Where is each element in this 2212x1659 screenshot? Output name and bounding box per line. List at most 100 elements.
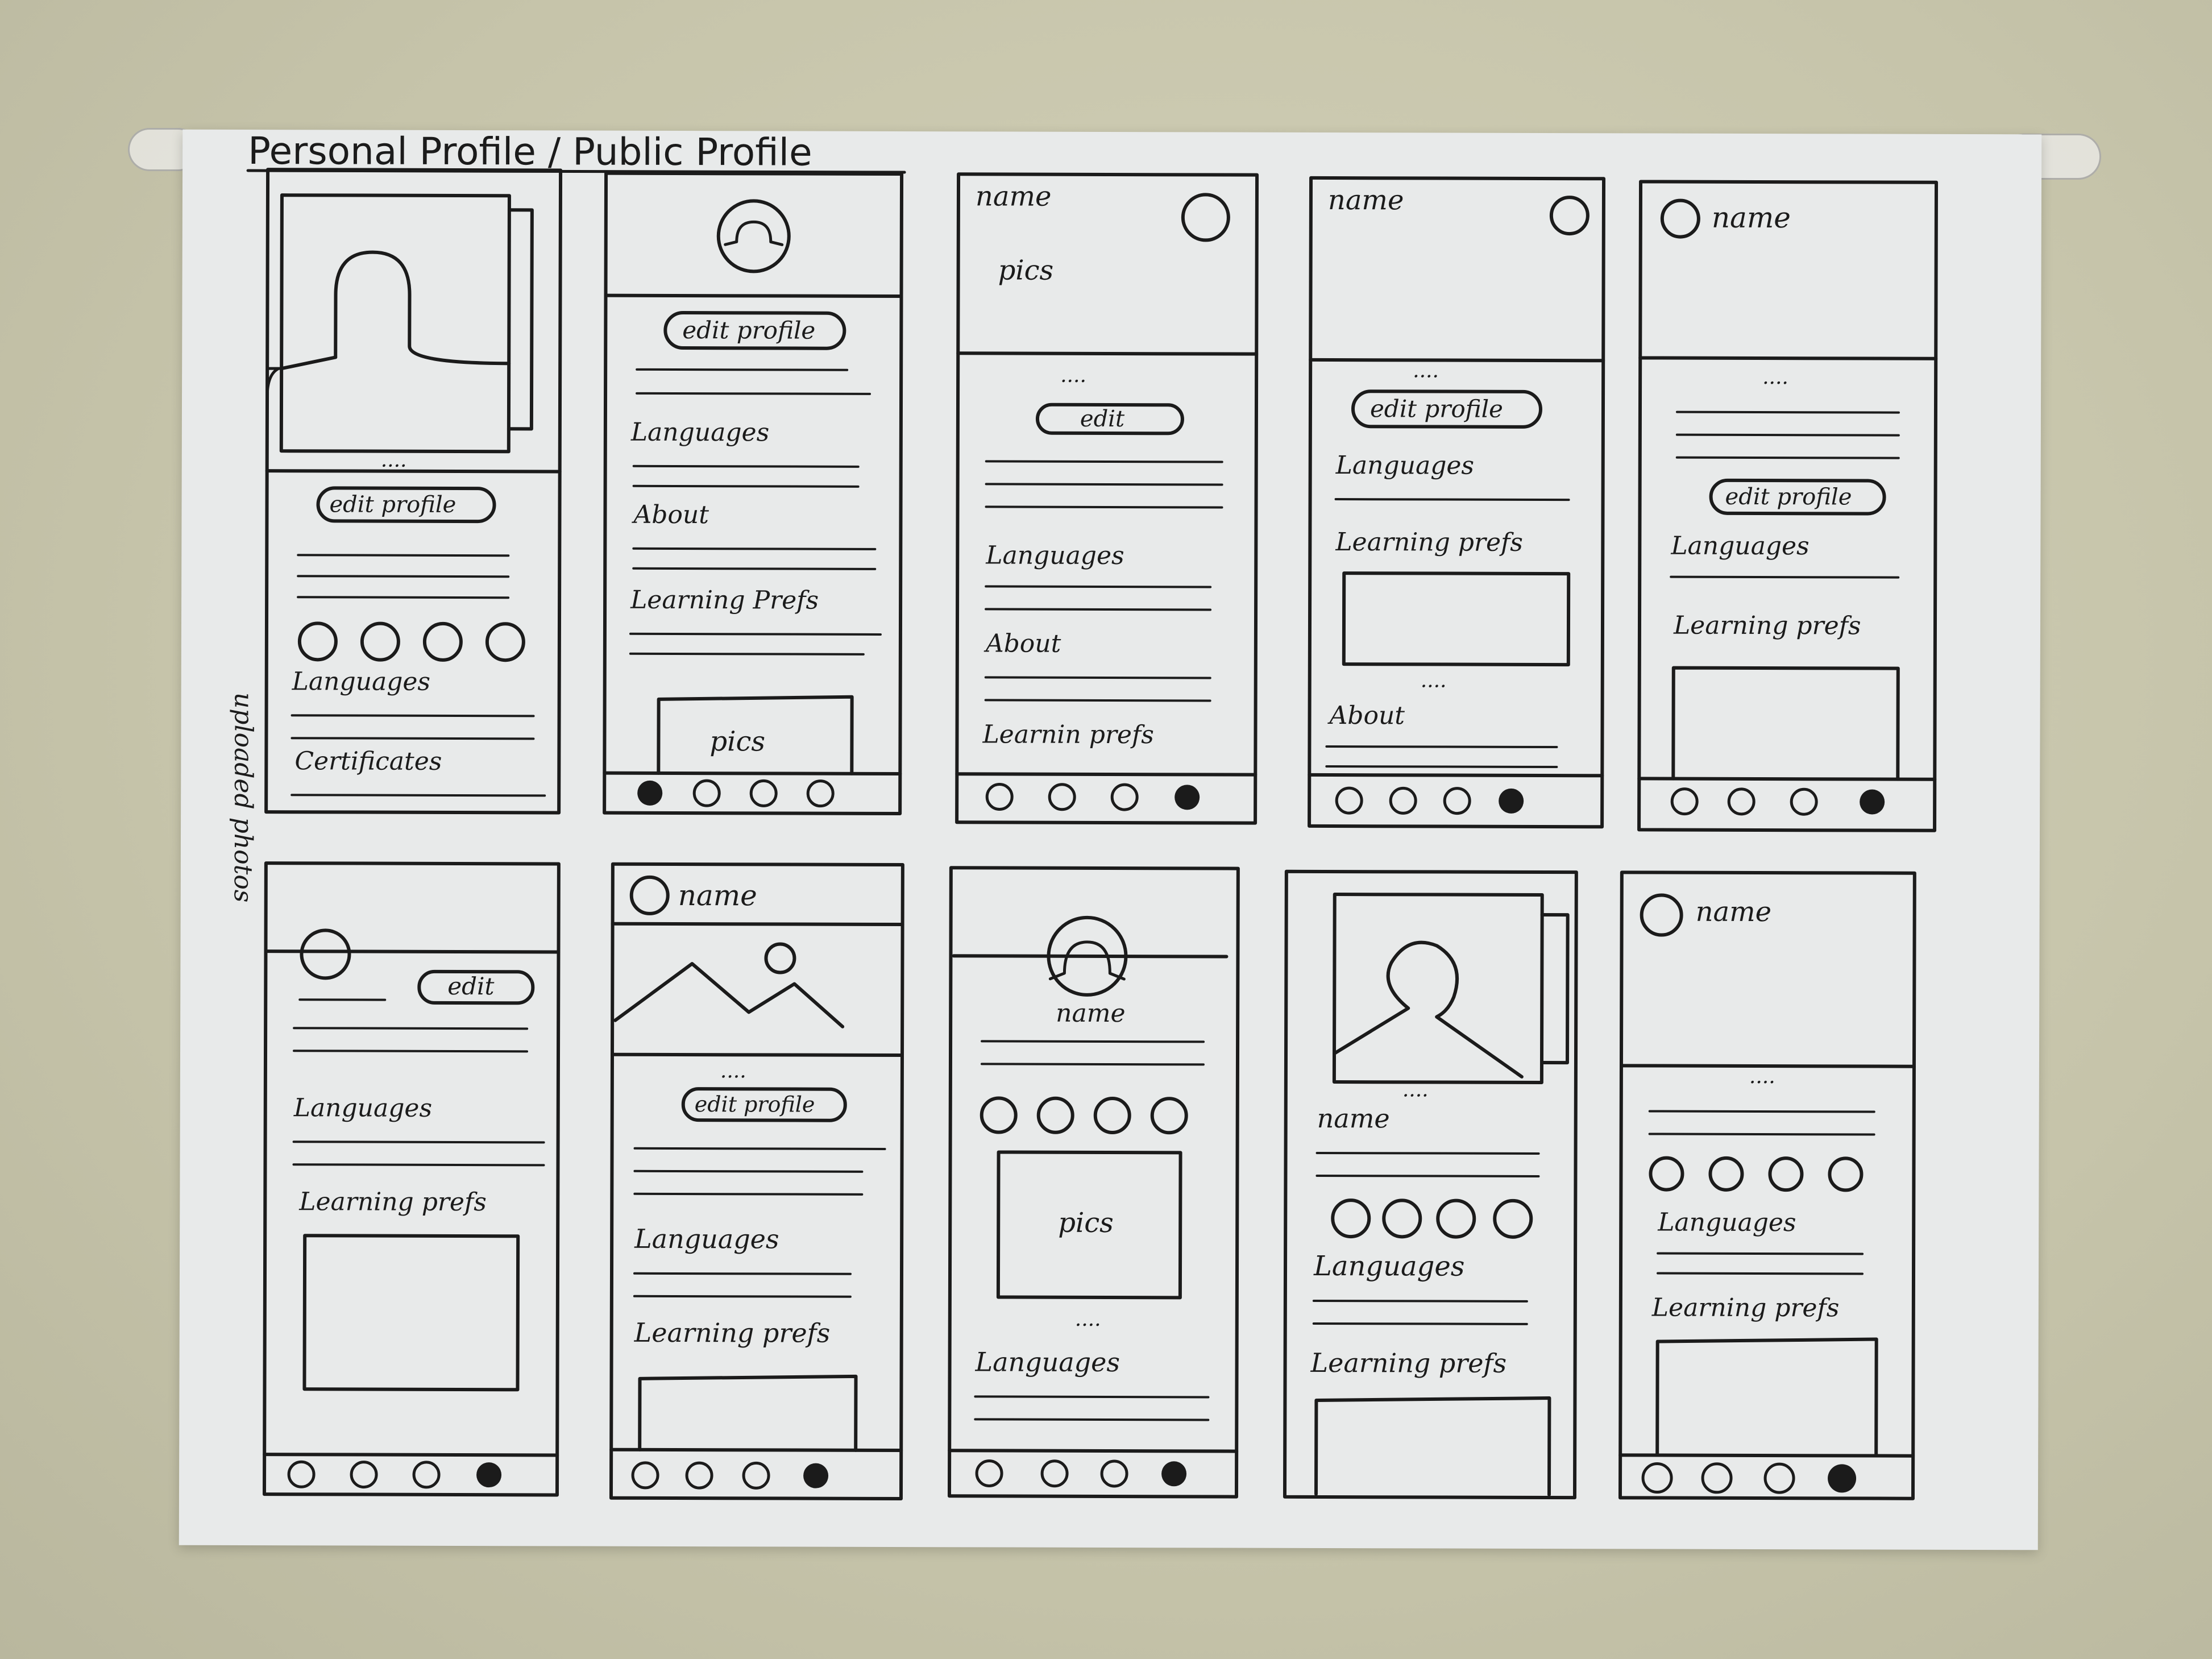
languages-label: Languages	[975, 1346, 1120, 1378]
pics-label: pics	[709, 725, 765, 757]
svg-text:....: ....	[381, 449, 407, 472]
wireframe-7: name .... edit profile Languages Learnin…	[609, 862, 904, 1501]
nav-dot-icon[interactable]	[985, 782, 1014, 811]
nav-dot-icon[interactable]	[1100, 1459, 1128, 1488]
filled-nav-dot-icon[interactable]	[1499, 788, 1524, 814]
about-label: About	[631, 500, 709, 529]
name-label: name	[1696, 896, 1772, 928]
filled-nav-dot-icon[interactable]	[476, 1462, 502, 1488]
svg-text:....: ....	[720, 1059, 746, 1083]
learning-prefs-label: Learning prefs	[298, 1187, 487, 1217]
svg-text:....: ....	[1060, 364, 1086, 387]
profile-avatar-icon	[629, 875, 670, 915]
nav-dot-icon[interactable]	[631, 1461, 659, 1490]
name-label: name	[1317, 1103, 1390, 1134]
name-label: name	[1056, 999, 1125, 1028]
wireframe-sketches: Personal Profile / Public Profile upload…	[229, 130, 1939, 1501]
pics-label: pics	[1058, 1207, 1114, 1239]
profile-avatar-icon	[1660, 198, 1700, 239]
nav-dot-icon[interactable]	[1443, 787, 1471, 815]
wireframe-8: name pics .... Languages	[947, 866, 1240, 1499]
nav-dot-icon[interactable]	[1763, 1462, 1795, 1494]
languages-label: Languages	[1313, 1250, 1465, 1283]
nav-dot-icon[interactable]	[1670, 787, 1699, 816]
profile-avatar-icon	[1333, 940, 1524, 1079]
svg-text:....: ....	[1413, 359, 1439, 382]
learning-prefs-label: Learnin prefs	[982, 720, 1154, 749]
filled-nav-dot-icon[interactable]	[1161, 1461, 1187, 1487]
certificates-label: Certificates	[294, 746, 442, 776]
profile-avatar-icon	[300, 928, 351, 980]
profile-avatar-icon	[1181, 193, 1230, 242]
svg-text:....: ....	[1762, 366, 1788, 389]
edit-profile-label: edit profile	[1725, 484, 1852, 511]
wireframe-10: name .... Languages Learning prefs	[1618, 870, 1916, 1500]
languages-label: Languages	[630, 418, 769, 447]
wireframe-3: name pics .... edit Languages About Lear…	[955, 172, 1259, 825]
nav-dot-icon[interactable]	[1641, 1462, 1673, 1494]
svg-text:....: ....	[1421, 669, 1447, 692]
learning-prefs-label: Learning prefs	[1651, 1293, 1840, 1322]
filled-nav-dot-icon[interactable]	[637, 780, 663, 806]
learning-prefs-label: Learning Prefs	[630, 586, 819, 615]
name-label: name	[1712, 201, 1791, 234]
languages-label: Languages	[634, 1223, 779, 1255]
edit-profile-label: edit profile	[682, 316, 815, 345]
languages-label: Languages	[1335, 451, 1474, 480]
name-label: name	[976, 180, 1052, 212]
nav-dot-icon[interactable]	[1335, 786, 1363, 815]
svg-text:....: ....	[1402, 1078, 1429, 1101]
nav-dot-icon[interactable]	[1790, 787, 1818, 816]
nav-dot-icon[interactable]	[412, 1461, 441, 1489]
wireframe-9: .... name Languages Learning prefs	[1283, 869, 1578, 1500]
sheet-title: Personal Profile / Public Profile	[248, 130, 812, 175]
name-label: name	[678, 879, 757, 912]
wireframe-5: name .... edit profile Languages Learnin…	[1637, 180, 1939, 832]
filled-nav-dot-icon[interactable]	[1828, 1464, 1857, 1493]
learning-prefs-label: Learning prefs	[1310, 1347, 1507, 1379]
nav-dot-icon[interactable]	[1040, 1459, 1069, 1488]
nav-dot-icon[interactable]	[287, 1460, 316, 1488]
nav-dot-icon[interactable]	[685, 1461, 713, 1490]
nav-dot-icon[interactable]	[1048, 783, 1076, 811]
nav-dot-icon[interactable]	[1389, 786, 1417, 815]
nav-dot-icon[interactable]	[350, 1461, 378, 1489]
svg-text:....: ....	[1749, 1065, 1775, 1088]
profile-avatar-icon	[1640, 893, 1683, 937]
sketch-paper: Personal Profile / Public Profile upload…	[179, 129, 2042, 1550]
nav-dot-icon[interactable]	[1701, 1462, 1733, 1494]
languages-label: Languages	[985, 541, 1124, 570]
languages-label: Languages	[292, 667, 430, 696]
nav-dot-icon[interactable]	[692, 779, 721, 807]
languages-label: Languages	[293, 1093, 432, 1123]
nav-dot-icon[interactable]	[742, 1461, 770, 1490]
nav-dot-icon[interactable]	[1727, 787, 1756, 816]
filled-nav-dot-icon[interactable]	[1175, 785, 1200, 810]
about-label: About	[983, 629, 1061, 658]
about-label: About	[1327, 701, 1405, 730]
profile-avatar-icon	[1549, 196, 1590, 236]
side-note: uploaded photos	[229, 692, 258, 903]
wireframe-2: edit profile Languages About Learning Pr…	[603, 171, 904, 816]
profile-avatar-icon	[716, 199, 791, 273]
name-label: name	[1328, 184, 1404, 216]
profile-avatar-icon	[280, 250, 511, 371]
edit-profile-label: edit profile	[329, 491, 456, 518]
pics-label: pics	[998, 254, 1054, 286]
edit-label: edit	[1080, 406, 1125, 432]
mountain-image-icon	[613, 942, 845, 1028]
nav-dot-icon[interactable]	[1110, 783, 1139, 811]
filled-nav-dot-icon[interactable]	[803, 1463, 829, 1488]
edit-profile-label: edit profile	[1370, 395, 1503, 423]
nav-dot-icon[interactable]	[975, 1459, 1003, 1487]
edit-label: edit	[447, 972, 494, 1000]
learning-prefs-label: Learning prefs	[1673, 611, 1861, 641]
svg-text:....: ....	[1075, 1308, 1101, 1331]
nav-dot-icon[interactable]	[806, 779, 835, 808]
learning-prefs-label: Learning prefs	[1335, 528, 1523, 557]
filled-nav-dot-icon[interactable]	[1860, 789, 1885, 815]
wireframe-6: edit Languages Learning prefs	[262, 861, 561, 1497]
edit-profile-label: edit profile	[695, 1092, 815, 1117]
nav-dot-icon[interactable]	[749, 779, 778, 807]
languages-label: Languages	[1670, 532, 1809, 561]
